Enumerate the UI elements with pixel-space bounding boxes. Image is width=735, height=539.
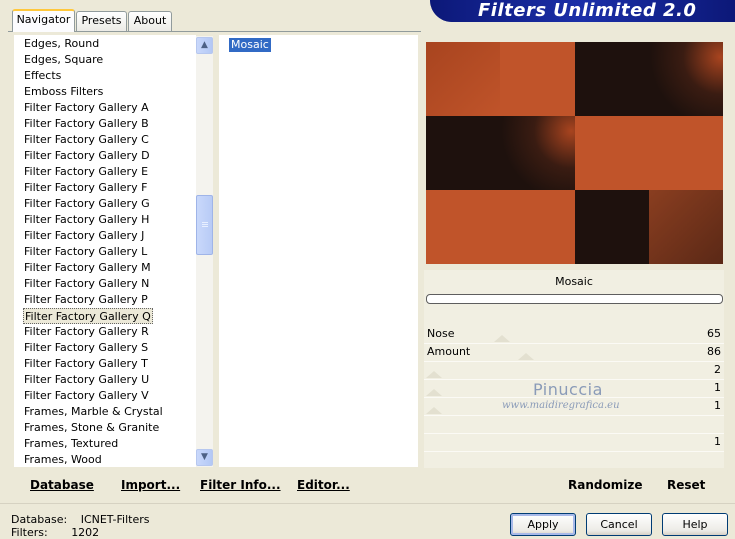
category-item[interactable]: Filter Factory Gallery G [23,196,151,212]
category-item[interactable]: Edges, Round [23,36,100,52]
param-value: 1 [714,435,721,448]
param-divider [424,451,724,452]
database-status-value: ICNET-Filters [80,513,150,526]
editor-button[interactable]: Editor... [297,478,350,492]
category-item[interactable]: Filter Factory Gallery L [23,244,148,260]
cancel-button[interactable]: Cancel [586,513,652,536]
category-item[interactable]: Filter Factory Gallery H [23,212,150,228]
category-item[interactable]: Filter Factory Gallery C [23,132,150,148]
scroll-up-button[interactable]: ▲ [196,37,213,54]
category-item[interactable]: Filter Factory Gallery S [23,340,149,356]
param-value: 2 [714,363,721,376]
category-item[interactable]: Filter Factory Gallery P [23,292,149,308]
param-value: 1 [714,381,721,394]
category-item[interactable]: Filter Factory Gallery F [23,180,148,196]
mosaic-tile [500,116,575,191]
preview-image [426,42,723,264]
category-item[interactable]: Emboss Filters [23,84,104,100]
mosaic-tile [426,42,501,117]
filters-status-value: 1202 [71,526,100,539]
watermark-name: Pinuccia [533,380,603,399]
mosaic-tile [426,190,501,264]
help-button[interactable]: Help [662,513,728,536]
category-scrollbar[interactable]: ▲ ▼ [196,36,213,467]
param-row[interactable]: 1 [424,434,724,451]
mosaic-tile [574,116,650,191]
category-item[interactable]: Frames, Stone & Granite [23,420,160,436]
mosaic-tile [426,116,501,191]
mosaic-tile [648,190,723,264]
mosaic-tile [648,116,723,191]
database-status: Database: ICNET-Filters [11,513,149,526]
database-button[interactable]: Database [30,478,94,492]
slider-tick [426,389,442,396]
database-status-label: Database: [11,513,68,526]
category-item[interactable]: Filter Factory Gallery E [23,164,149,180]
filters-status: Filters: 1202 [11,526,99,539]
apply-button[interactable]: Apply [510,513,576,536]
import-button[interactable]: Import... [121,478,180,492]
progress-bar [426,294,723,304]
category-item[interactable]: Edges, Square [23,52,104,68]
app-title: Filters Unlimited 2.0 [478,0,697,21]
category-item[interactable]: Frames, Wood [23,452,103,468]
param-row[interactable]: 2 [424,362,724,379]
category-item[interactable]: Filter Factory Gallery V [23,388,150,404]
slider-tick [426,407,442,414]
category-item[interactable]: Effects [23,68,62,84]
category-item[interactable]: Filter Factory Gallery U [23,372,150,388]
mosaic-tile [500,190,575,264]
category-item[interactable]: Filter Factory Gallery T [23,356,149,372]
scroll-down-button[interactable]: ▼ [196,449,213,466]
category-list[interactable]: Edges, Round Edges, Square Effects Emboss F… [14,35,196,467]
category-item[interactable]: Filter Factory Gallery B [23,116,150,132]
category-item[interactable]: Frames, Textured [23,436,119,452]
filter-info-button[interactable]: Filter Info... [200,478,281,492]
title-banner: Filters Unlimited 2.0 [430,0,735,22]
randomize-button[interactable]: Randomize [568,478,642,492]
category-item[interactable]: Filter Factory Gallery Q [23,308,153,324]
category-item[interactable]: Filter Factory Gallery J [23,228,145,244]
scroll-thumb[interactable] [196,195,213,255]
slider-tick [518,353,534,360]
param-row[interactable]: Nose 65 [424,326,724,343]
mosaic-tile [500,42,575,117]
filter-list[interactable]: Mosaic [219,35,418,467]
param-row[interactable]: Amount 86 [424,344,724,361]
filter-item-mosaic[interactable]: Mosaic [229,38,271,52]
param-row[interactable] [424,416,724,433]
category-item[interactable]: Frames, Marble & Crystal [23,404,164,420]
category-item[interactable]: Filter Factory Gallery A [23,100,150,116]
category-item[interactable]: Filter Factory Gallery M [23,260,152,276]
category-item[interactable]: Filter Factory Gallery D [23,148,151,164]
filter-name-label: Mosaic [555,275,593,288]
reset-button[interactable]: Reset [667,478,705,492]
mosaic-tile [648,42,723,117]
tab-navigator[interactable]: Navigator [12,9,75,32]
watermark-url: www.maidiregrafica.eu [502,400,620,411]
mosaic-tile [574,42,650,117]
mosaic-tile [574,190,650,264]
category-item[interactable]: Filter Factory Gallery N [23,276,150,292]
param-label: Nose [427,327,455,340]
category-item[interactable]: Filter Factory Gallery R [23,324,150,340]
slider-tick [494,335,510,342]
param-value: 65 [707,327,721,340]
footer-divider [0,503,735,504]
param-value: 86 [707,345,721,358]
param-label: Amount [427,345,471,358]
param-value: 1 [714,399,721,412]
filters-status-label: Filters: [11,526,48,539]
tab-about[interactable]: About [128,11,172,31]
slider-tick [426,371,442,378]
tab-presets[interactable]: Presets [76,11,127,31]
